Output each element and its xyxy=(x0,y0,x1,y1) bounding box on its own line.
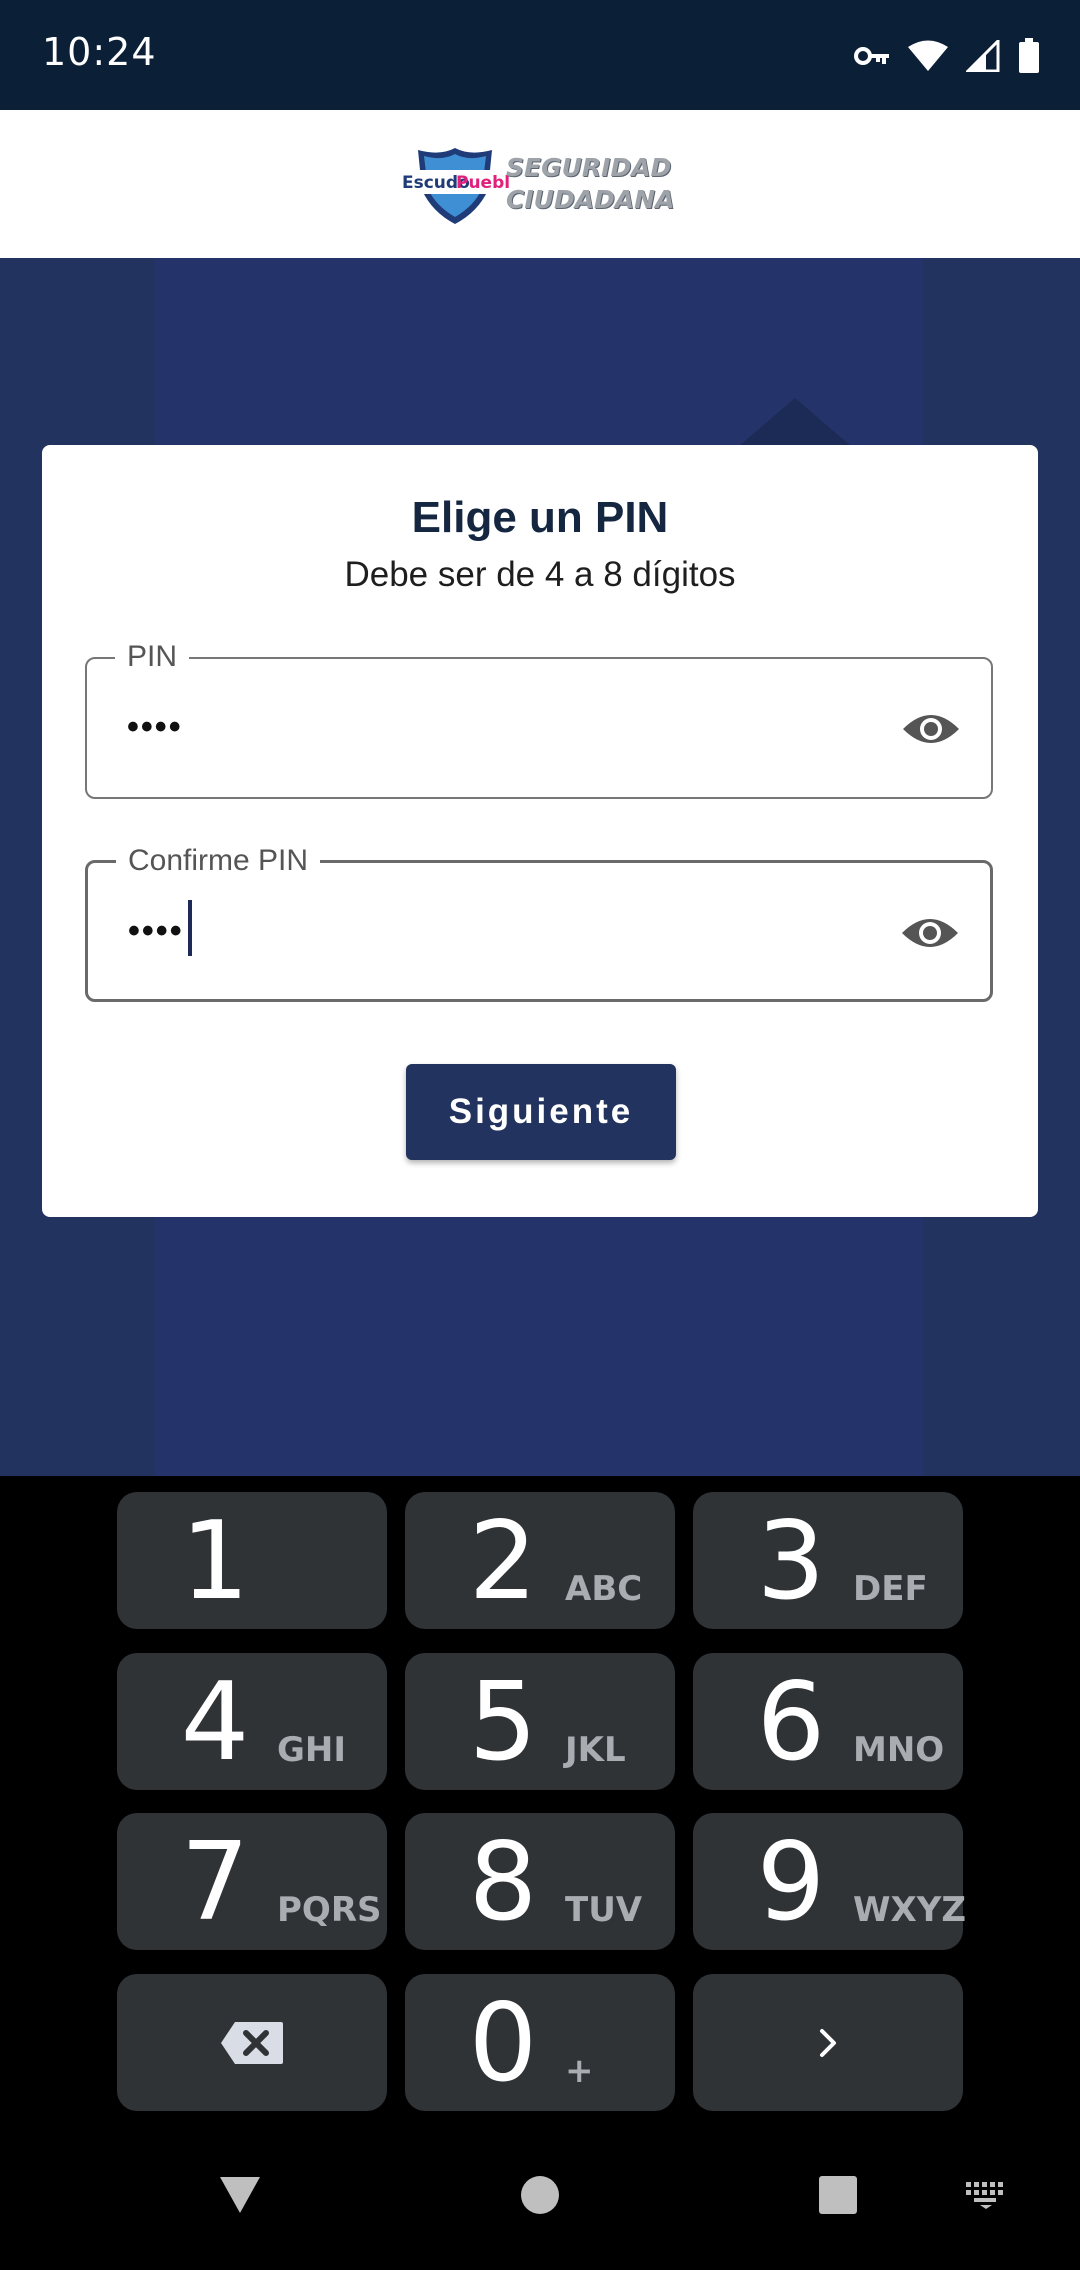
signal-icon xyxy=(966,40,1000,72)
confirm-pin-dots: •••• xyxy=(128,912,184,950)
eye-icon[interactable] xyxy=(900,909,960,957)
key-letters: DEF xyxy=(853,1569,928,1609)
back-triangle-icon xyxy=(220,2177,260,2213)
key-letters: MNO xyxy=(853,1730,945,1770)
logo-text-line2: CIUDADANA xyxy=(506,185,675,214)
logo-text-line1: SEGURIDAD xyxy=(506,153,672,182)
next-button[interactable]: Siguiente xyxy=(406,1064,676,1160)
key-letters: GHI xyxy=(277,1730,347,1770)
key-letters: ABC xyxy=(565,1569,643,1609)
logo-text: SEGURIDAD CIUDADANA xyxy=(506,152,674,216)
key-1[interactable]: 1 xyxy=(117,1492,387,1629)
key-digit: 1 xyxy=(180,1499,250,1624)
vpn-key-icon xyxy=(854,47,889,65)
confirm-pin-field-label: Confirme PIN xyxy=(116,843,321,879)
status-time: 10:24 xyxy=(42,30,157,74)
next-arrow-icon xyxy=(820,2028,836,2057)
key-2[interactable]: 2 ABC xyxy=(405,1492,675,1629)
card-subtitle: Debe ser de 4 a 8 dígitos xyxy=(344,555,736,594)
keyboard-icon xyxy=(966,2182,1003,2209)
text-cursor xyxy=(187,900,192,957)
key-8[interactable]: 8 TUV xyxy=(405,1813,675,1950)
key-letters: TUV xyxy=(565,1890,643,1930)
key-5[interactable]: 5 JKL xyxy=(405,1653,675,1790)
backspace-icon xyxy=(221,2021,283,2064)
pin-card: Elige un PIN Debe ser de 4 a 8 dígitos P… xyxy=(42,445,1038,1217)
back-button[interactable] xyxy=(200,2120,280,2270)
key-7[interactable]: 7 PQRS xyxy=(117,1813,387,1950)
home-button[interactable] xyxy=(500,2120,580,2270)
confirm-pin-field-value: •••• xyxy=(128,900,192,957)
key-4[interactable]: 4 GHI xyxy=(117,1653,387,1790)
eye-icon[interactable] xyxy=(901,705,961,753)
pin-field-value: •••• xyxy=(127,708,183,746)
pin-field-label: PIN xyxy=(115,639,190,675)
card-title: Elige un PIN xyxy=(411,493,669,542)
key-letters: WXYZ xyxy=(853,1890,966,1930)
app-header: Escudo Puebla SEGURIDAD CIUDADANA xyxy=(0,110,1080,258)
recents-button[interactable] xyxy=(798,2120,878,2270)
backspace-icon-wrap xyxy=(117,1974,387,2111)
keyboard-switch-button[interactable] xyxy=(946,2120,1026,2270)
logo-brand-right: Puebla xyxy=(456,173,510,193)
backspace-key[interactable] xyxy=(117,1974,387,2111)
key-letters: + xyxy=(565,2051,594,2091)
status-bar: 10:24 xyxy=(0,0,1080,110)
next-arrow-icon-wrap xyxy=(693,1974,963,2111)
wifi-icon xyxy=(908,40,948,71)
numeric-keypad: 1 2 ABC 3 DEF 4 GHI 5 JKL 6 MNO 7 PQRS 8… xyxy=(0,1476,1080,2120)
shield-logo-icon: Escudo Puebla xyxy=(400,148,510,224)
app-logo: Escudo Puebla SEGURIDAD CIUDADANA xyxy=(400,146,680,226)
key-9[interactable]: 9 WXYZ xyxy=(693,1813,966,1950)
key-letters: JKL xyxy=(565,1730,626,1770)
status-icons xyxy=(854,34,1040,78)
navigation-bar xyxy=(0,2120,1080,2270)
home-circle-icon xyxy=(521,2176,559,2214)
recents-square-icon xyxy=(819,2176,857,2214)
key-6[interactable]: 6 MNO xyxy=(693,1653,963,1790)
next-key[interactable] xyxy=(693,1974,963,2111)
key-0[interactable]: 0 + xyxy=(405,1974,675,2111)
key-letters: PQRS xyxy=(277,1890,382,1930)
pin-field[interactable]: PIN •••• xyxy=(85,639,993,799)
battery-icon xyxy=(1019,38,1039,73)
confirm-pin-field[interactable]: Confirme PIN •••• xyxy=(85,843,993,1002)
key-3[interactable]: 3 DEF xyxy=(693,1492,963,1629)
